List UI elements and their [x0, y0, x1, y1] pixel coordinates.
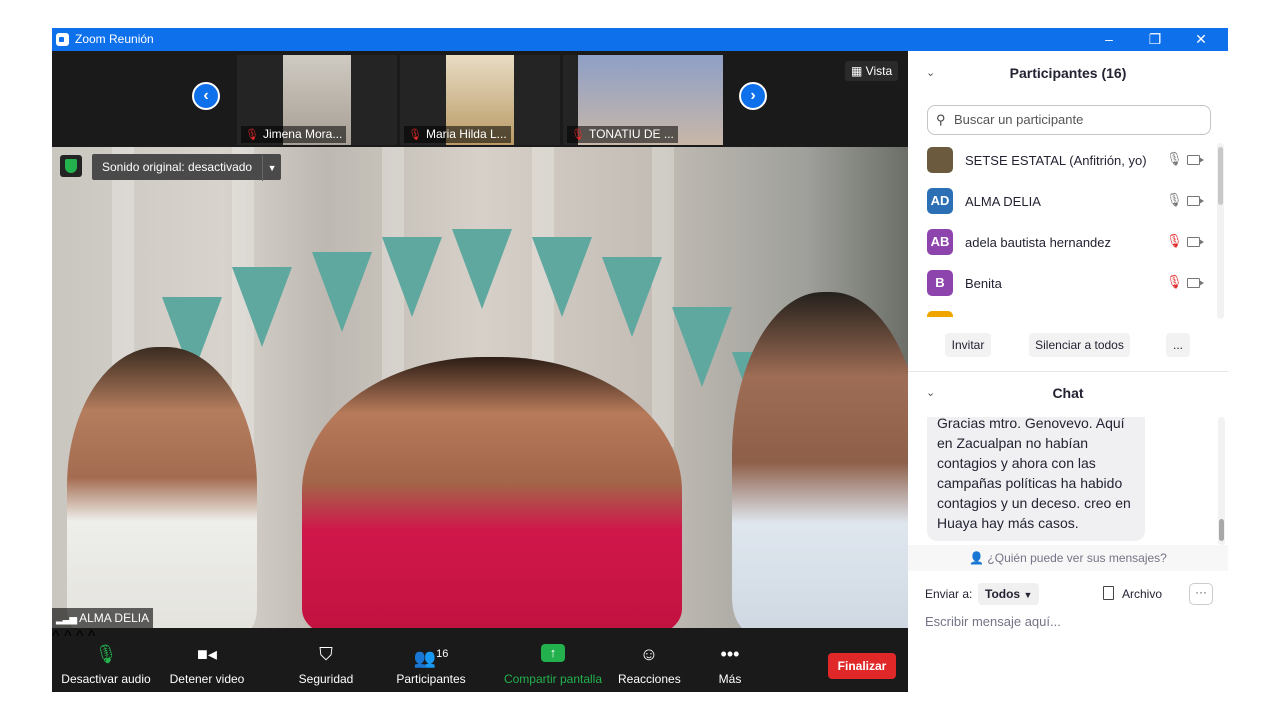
view-button[interactable]: ▦ Vista: [845, 61, 899, 81]
person-lock-icon: 👤: [969, 551, 988, 565]
send-to-label: Enviar a:: [925, 587, 973, 601]
video-camera-icon[interactable]: [1187, 196, 1204, 206]
signal-bars-icon: ▂▃▅: [56, 614, 77, 625]
encryption-shield-icon: [60, 155, 82, 177]
title-bar: Zoom Reunión – ❐ ✕: [52, 28, 1228, 51]
recipient-dropdown[interactable]: Todos ▼: [978, 583, 1040, 605]
participants-more-button[interactable]: ...: [1166, 333, 1190, 357]
invite-button[interactable]: Invitar: [945, 333, 991, 357]
mute-all-button[interactable]: Silenciar a todos: [1029, 333, 1130, 357]
avatar: [927, 311, 953, 317]
grid-icon: ▦: [851, 64, 866, 78]
chat-scrollbar[interactable]: [1218, 417, 1225, 545]
video-area: ‹ 🎙 Jimena Mora... 🎙 Maria Hilda L... 🎙 TON…: [52, 51, 908, 628]
search-icon: ⚲: [936, 112, 946, 127]
original-sound-toggle[interactable]: Sonido original: desactivado ▼: [92, 154, 282, 181]
chat-more-button[interactable]: ···: [1189, 583, 1213, 605]
participant-row[interactable]: AD ALMA DELIA 🎙: [908, 182, 1214, 223]
participant-thumbnail[interactable]: 🎙 TONATIU DE ...: [563, 55, 723, 145]
mic-muted-icon[interactable]: 🎙: [1166, 233, 1183, 249]
end-meeting-button[interactable]: Finalizar: [828, 653, 896, 679]
mic-muted-icon: 🎙: [245, 129, 259, 141]
dropdown-caret-icon[interactable]: ▼: [262, 155, 281, 181]
active-speaker-video: Sonido original: desactivado ▼ ▂▃▅ ALMA DE…: [52, 147, 908, 628]
participant-thumbnail[interactable]: 🎙 Maria Hilda L...: [400, 55, 560, 145]
side-panel: ⌄ Participantes (16) ⚲ Buscar un partici…: [908, 51, 1228, 692]
emoji-plus-icon: ☺: [639, 644, 659, 664]
close-button[interactable]: ✕: [1178, 28, 1224, 51]
next-page-arrow-icon[interactable]: ›: [739, 82, 767, 110]
participants-scrollbar[interactable]: [1217, 143, 1224, 319]
chat-message-input[interactable]: Escribir mensaje aquí...: [925, 614, 1061, 629]
participant-row[interactable]: AB adela bautista hernandez 🎙: [908, 223, 1214, 264]
participant-list: SETSE ESTATAL (Anfitrión, yo) 🎙 AD ALMA …: [908, 141, 1214, 317]
video-camera-icon[interactable]: [1187, 237, 1204, 247]
mute-audio-button[interactable]: 🎙 Desactivar audio: [60, 628, 152, 692]
video-camera-icon[interactable]: [1187, 278, 1204, 288]
thumbnail-strip: ‹ 🎙 Jimena Mora... 🎙 Maria Hilda L... 🎙 TON…: [52, 51, 908, 147]
prev-page-arrow-icon[interactable]: ‹: [192, 82, 220, 110]
file-icon: [1103, 586, 1114, 600]
participant-row[interactable]: SETSE ESTATAL (Anfitrión, yo) 🎙: [908, 141, 1214, 182]
video-camera-icon: ■◂: [197, 644, 217, 664]
share-screen-button[interactable]: ↑ Compartir pantalla: [500, 628, 606, 692]
collapse-chevron-icon[interactable]: ⌄: [926, 51, 935, 95]
more-button[interactable]: ••• Más: [708, 628, 752, 692]
window-title: Zoom Reunión: [75, 32, 154, 46]
avatar: [927, 147, 953, 173]
share-screen-icon: ↑: [541, 644, 565, 662]
reactions-button[interactable]: ☺ Reacciones: [618, 628, 681, 692]
participant-thumbnail[interactable]: 🎙 Jimena Mora...: [237, 55, 397, 145]
send-to-row: Enviar a: Todos ▼ Archivo ···: [925, 583, 1215, 605]
participant-row[interactable]: [908, 305, 1214, 317]
participants-header: ⌄ Participantes (16): [908, 51, 1228, 95]
avatar: AD: [927, 188, 953, 214]
minimize-button[interactable]: –: [1086, 28, 1132, 51]
speaker-name-tag: ▂▃▅ ALMA DELIA: [52, 608, 154, 628]
microphone-icon[interactable]: 🎙: [1166, 192, 1183, 208]
ellipsis-icon: •••: [720, 644, 740, 664]
avatar: B: [927, 270, 953, 296]
chat-message: Gracias mtro. Genovevo. Aquí en Zacualpa…: [927, 417, 1145, 541]
video-camera-icon[interactable]: [1187, 155, 1204, 165]
thumbnail-name: 🎙 TONATIU DE ...: [567, 126, 678, 143]
stop-video-button[interactable]: ■◂ Detener video: [166, 628, 248, 692]
mic-muted-icon[interactable]: 🎙: [1166, 274, 1183, 290]
security-button[interactable]: ⛉ Seguridad: [292, 628, 360, 692]
message-visibility-info[interactable]: 👤 ¿Quién puede ver sus mensajes?: [908, 545, 1228, 571]
microphone-icon[interactable]: 🎙: [1166, 151, 1183, 167]
chat-header: ⌄ Chat: [908, 371, 1228, 415]
chat-messages: Gracias mtro. Genovevo. Aquí en Zacualpa…: [908, 417, 1228, 545]
file-button[interactable]: Archivo: [1103, 586, 1162, 601]
chevron-down-icon: ▼: [1023, 590, 1033, 600]
collapse-chevron-icon[interactable]: ⌄: [926, 371, 935, 415]
thumbnail-name: 🎙 Maria Hilda L...: [404, 126, 511, 143]
participants-button[interactable]: 👥16 Participantes: [392, 628, 470, 692]
meeting-toolbar: 🎙 Desactivar audio ^ ■◂ Detener video ^ …: [52, 628, 908, 692]
mic-muted-icon: 🎙: [571, 129, 585, 141]
zoom-logo-icon: [56, 33, 69, 46]
thumbnail-name: 🎙 Jimena Mora...: [241, 126, 347, 143]
avatar: AB: [927, 229, 953, 255]
participant-search-input[interactable]: ⚲ Buscar un participante: [927, 105, 1211, 135]
participants-icon: 👥16: [413, 648, 449, 668]
mic-muted-icon: 🎙: [408, 129, 422, 141]
audio-options-caret-icon[interactable]: ^: [52, 628, 60, 645]
participant-row[interactable]: B Benita 🎙: [908, 264, 1214, 305]
restore-button[interactable]: ❐: [1132, 28, 1178, 51]
shield-icon: ⛉: [319, 644, 333, 664]
microphone-icon: 🎙: [94, 644, 118, 664]
